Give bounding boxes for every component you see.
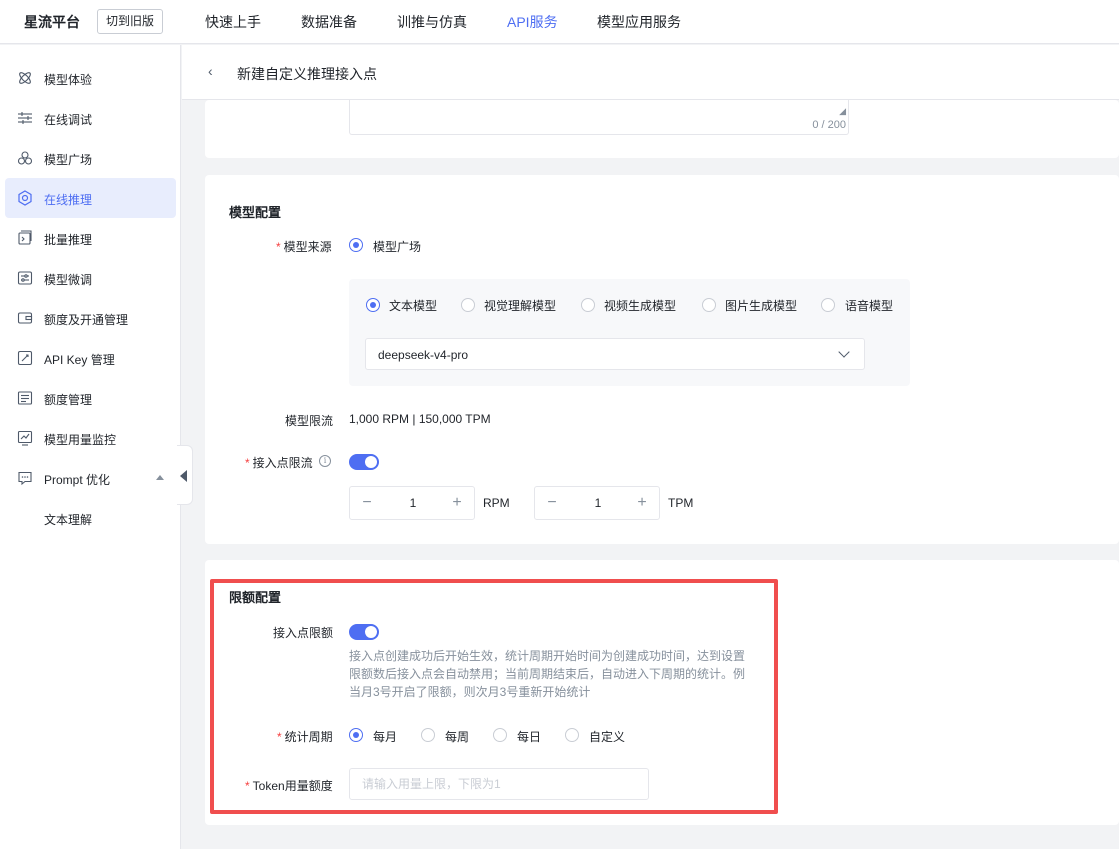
chevron-down-icon bbox=[838, 346, 850, 358]
sidebar-item-label: 在线推理 bbox=[44, 193, 93, 207]
endpoint-limit-toggle[interactable] bbox=[349, 454, 379, 470]
sidebar-subitem-text-understanding[interactable]: 文本理解 bbox=[44, 511, 92, 528]
brand-name: 星流平台 bbox=[24, 14, 80, 30]
sidebar-item-label: Prompt 优化 bbox=[44, 473, 111, 487]
char-counter: 0 / 200 bbox=[812, 119, 846, 131]
sidebar-item-model-experience[interactable]: 模型体验 bbox=[5, 58, 176, 98]
cluster-icon bbox=[17, 151, 33, 165]
list-icon bbox=[17, 391, 33, 405]
model-limit-label: 模型限流 bbox=[285, 414, 334, 428]
type-radio-video[interactable] bbox=[581, 298, 595, 312]
sidebar-item-batch-inference[interactable]: 批量推理 bbox=[5, 218, 176, 258]
sidebar-item-label: 模型广场 bbox=[44, 153, 93, 167]
endpoint-limit-label: * 接入点限流 bbox=[245, 456, 313, 470]
sidebar-item-quota-management[interactable]: 额度管理 bbox=[5, 378, 176, 418]
source-radio-label: 模型广场 bbox=[373, 240, 422, 254]
sidebar-item-label: 在线调试 bbox=[44, 113, 93, 127]
model-limit-value: 1,000 RPM | 150,000 TPM bbox=[349, 412, 491, 426]
tpm-value[interactable]: 1 bbox=[569, 487, 627, 519]
atom-icon bbox=[19, 72, 31, 84]
type-label-video: 视频生成模型 bbox=[604, 299, 677, 313]
rpm-stepper[interactable]: − 1 + bbox=[349, 486, 475, 520]
wallet-icon bbox=[17, 312, 33, 324]
back-icon[interactable]: ‹ bbox=[208, 63, 213, 79]
batch-icon bbox=[18, 230, 32, 245]
model-source-label: * 模型来源 bbox=[276, 240, 332, 254]
sidebar-item-prompt-optimize[interactable]: Prompt 优化 bbox=[5, 458, 176, 498]
sidebar-item-label: 模型用量监控 bbox=[44, 433, 117, 447]
top-bar: 星流平台 切到旧版 快速上手 数据准备 训推与仿真 API服务 模型应用服务 bbox=[0, 0, 1119, 44]
collapse-left-icon bbox=[180, 470, 187, 482]
nav-data-prep[interactable]: 数据准备 bbox=[301, 12, 357, 32]
sidebar-item-label: 额度及开通管理 bbox=[44, 313, 129, 327]
rpm-value[interactable]: 1 bbox=[384, 487, 442, 519]
model-config-title: 模型配置 bbox=[229, 205, 282, 220]
rpm-increment-button[interactable]: + bbox=[440, 487, 474, 519]
sidebar-item-api-key[interactable]: API Key 管理 bbox=[5, 338, 176, 378]
type-radio-vision[interactable] bbox=[461, 298, 475, 312]
sidebar-collapse-button[interactable] bbox=[177, 445, 193, 505]
model-select[interactable]: deepseek-v4-pro bbox=[365, 338, 865, 370]
resize-handle-icon[interactable]: ◢ bbox=[839, 106, 846, 117]
switch-old-version-button[interactable]: 切到旧版 bbox=[97, 9, 163, 34]
tpm-unit: TPM bbox=[668, 496, 694, 510]
key-icon bbox=[17, 350, 33, 366]
rpm-unit: RPM bbox=[483, 496, 510, 510]
source-radio-plaza[interactable] bbox=[349, 238, 363, 252]
chat-icon bbox=[18, 471, 32, 486]
sidebar-item-label: API Key 管理 bbox=[44, 353, 115, 367]
tpm-increment-button[interactable]: + bbox=[625, 487, 659, 519]
type-label-image: 图片生成模型 bbox=[725, 299, 798, 313]
nav-model-app[interactable]: 模型应用服务 bbox=[597, 12, 681, 32]
sidebar-item-quota-activation[interactable]: 额度及开通管理 bbox=[5, 298, 176, 338]
nav-api-service[interactable]: API服务 bbox=[507, 12, 558, 32]
nav-train-sim[interactable]: 训推与仿真 bbox=[397, 12, 467, 32]
sidebar-item-model-finetune[interactable]: 模型微调 bbox=[5, 258, 176, 298]
chart-icon bbox=[17, 430, 33, 446]
tpm-decrement-button[interactable]: − bbox=[535, 487, 569, 519]
caret-up-icon[interactable] bbox=[156, 475, 164, 480]
sidebar-item-online-debug[interactable]: 在线调试 bbox=[5, 98, 176, 138]
type-radio-image[interactable] bbox=[702, 298, 716, 312]
sidebar: 模型体验 在线调试 模型广场 在线推理 批量推理 模型微调 额度及开通管理 AP… bbox=[0, 45, 181, 849]
tpm-stepper[interactable]: − 1 + bbox=[534, 486, 660, 520]
tune-icon bbox=[17, 271, 33, 285]
sidebar-item-label: 模型体验 bbox=[44, 73, 93, 87]
type-radio-speech[interactable] bbox=[821, 298, 835, 312]
type-label-vision: 视觉理解模型 bbox=[484, 299, 557, 313]
sidebar-item-label: 额度管理 bbox=[44, 393, 93, 407]
type-label-speech: 语音模型 bbox=[845, 299, 894, 313]
info-icon[interactable]: i bbox=[319, 455, 331, 467]
gear-hex-icon bbox=[18, 190, 32, 206]
type-label-text: 文本模型 bbox=[389, 299, 438, 313]
description-textarea[interactable]: ◢ 0 / 200 bbox=[349, 100, 849, 135]
highlight-annotation-box bbox=[210, 579, 778, 814]
sidebar-item-model-plaza[interactable]: 模型广场 bbox=[5, 138, 176, 178]
model-select-value: deepseek-v4-pro bbox=[378, 348, 469, 362]
page-title: 新建自定义推理接入点 bbox=[237, 66, 377, 82]
type-radio-text[interactable] bbox=[366, 298, 380, 312]
sliders-icon bbox=[18, 112, 32, 124]
page-header: ‹ 新建自定义推理接入点 bbox=[182, 45, 1119, 100]
sidebar-item-label: 模型微调 bbox=[44, 273, 93, 287]
nav-quickstart[interactable]: 快速上手 bbox=[205, 12, 261, 32]
sidebar-item-label: 批量推理 bbox=[44, 233, 93, 247]
rpm-decrement-button[interactable]: − bbox=[350, 487, 384, 519]
sidebar-item-online-inference[interactable]: 在线推理 bbox=[5, 178, 176, 218]
sidebar-item-usage-monitor[interactable]: 模型用量监控 bbox=[5, 418, 176, 458]
